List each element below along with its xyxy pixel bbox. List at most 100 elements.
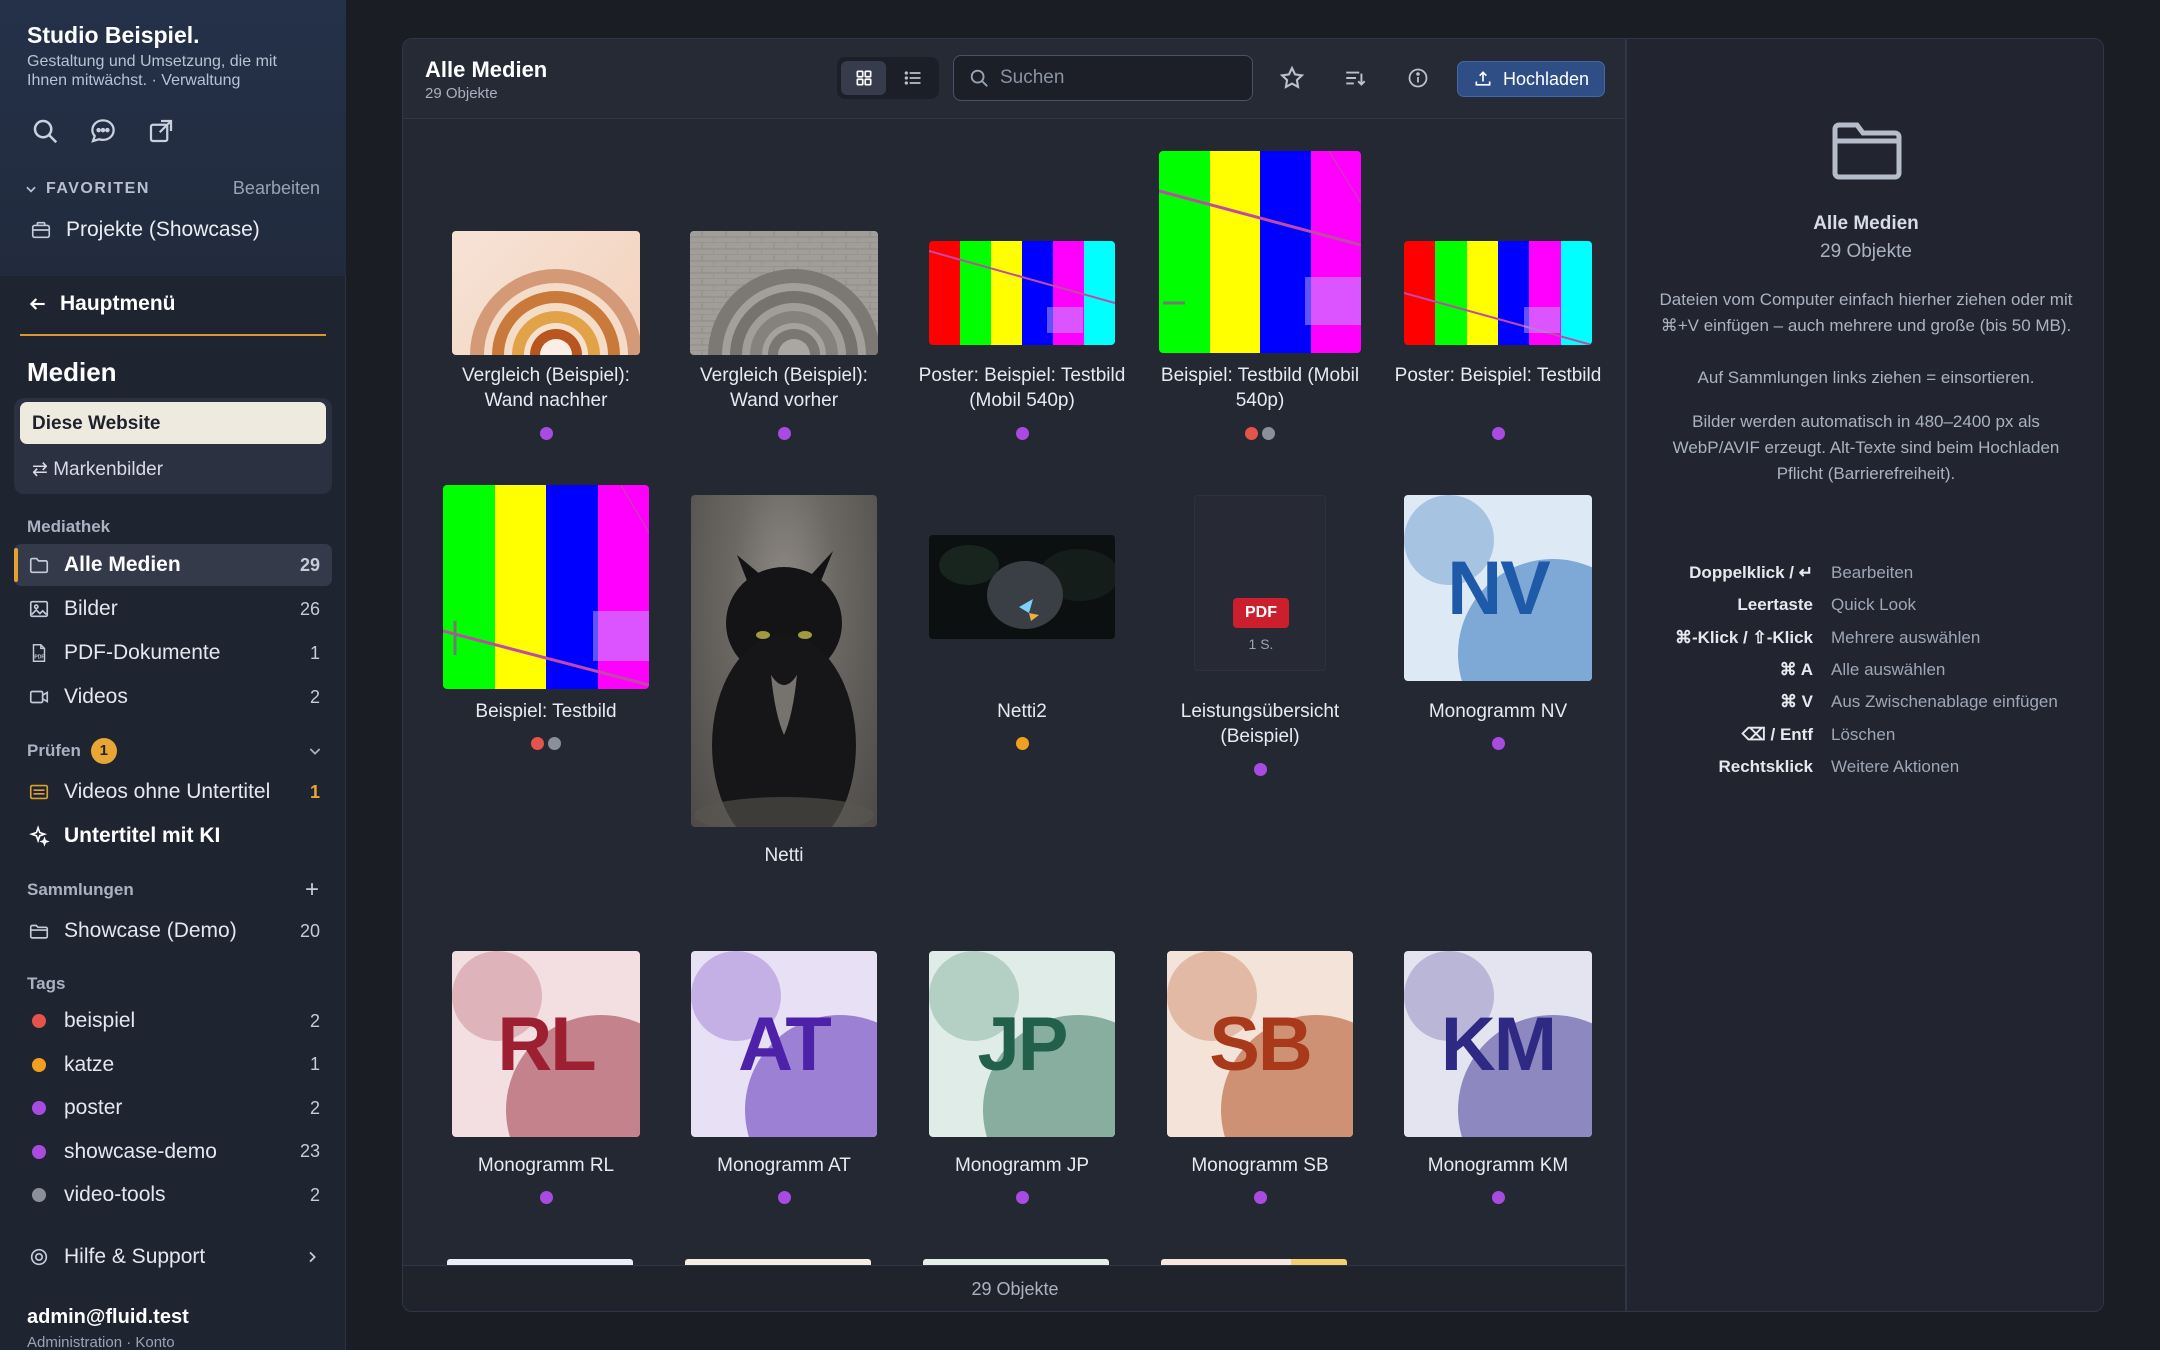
favorites-edit-button[interactable]: Bearbeiten: [233, 178, 320, 199]
rainbow-image: [470, 269, 640, 355]
tag-dot: [548, 737, 561, 750]
shortcut-action: Weitere Aktionen: [1831, 756, 1960, 776]
tag-item-katze[interactable]: katze 1: [14, 1044, 332, 1086]
thumbnail-testcard-poster-mobile: [929, 241, 1115, 345]
tag-dot: [1262, 427, 1275, 440]
tag-color-dot: [32, 1101, 46, 1115]
tag-dot: [531, 737, 544, 750]
black-cat-image: [694, 551, 874, 827]
tag-dot: [1015, 737, 1029, 750]
info-icon: [1408, 68, 1428, 88]
nav-label: Videos: [64, 685, 128, 708]
nav-item-videos[interactable]: Videos 2: [14, 676, 332, 718]
thumbnail-testcard-mobile: [1159, 151, 1361, 353]
sidebar-quick-actions: [30, 116, 176, 146]
detail-title: Alle Medien: [1813, 213, 1919, 234]
tag-item-beispiel[interactable]: beispiel 2: [14, 1000, 332, 1042]
nav-item-videos-without-subtitles[interactable]: Videos ohne Untertitel 1: [14, 771, 332, 813]
chevron-down-icon: [309, 748, 321, 755]
section-title: Medien: [27, 357, 117, 387]
nav-count: 1: [309, 781, 320, 802]
cat-in-dark-image: [929, 535, 1115, 639]
shortcut-key: ⌘ V: [1779, 692, 1813, 712]
favorites-filter-button[interactable]: [1275, 61, 1309, 95]
favorites-toggle[interactable]: FAVORITEN: [24, 180, 150, 198]
tag-item-poster[interactable]: poster 2: [14, 1087, 332, 1129]
tag-label: beispiel: [64, 1009, 136, 1032]
nav-item-all-media[interactable]: Alle Medien 29: [14, 544, 332, 586]
user-email[interactable]: admin@fluid.test: [27, 1306, 189, 1329]
shortcut-action: Bearbeiten: [1831, 563, 1914, 582]
page-title: Alle Medien: [425, 57, 548, 82]
search-icon[interactable]: [30, 116, 60, 146]
pdf-file-icon: PDF: [32, 644, 46, 662]
detail-panel: Alle Medien 29 Objekte Dateien vom Compu…: [1626, 38, 2104, 1312]
nav-label: Alle Medien: [64, 553, 181, 576]
thumbnail-rainbow-before: [690, 231, 878, 355]
pdf-pages: 1 S.: [1248, 636, 1274, 652]
nav-item-ai-subtitles[interactable]: Untertitel mit KI: [14, 815, 332, 857]
nav-count: 26: [299, 598, 320, 619]
tag-dot: [1491, 427, 1505, 440]
external-link-icon[interactable]: [146, 116, 176, 146]
grid-icon: [856, 70, 871, 86]
tag-dot: [1015, 1191, 1029, 1204]
thumbnail-pdf: PDF 1 S.: [1194, 495, 1326, 671]
user-subline[interactable]: Administration · Konto: [27, 1334, 175, 1350]
thumbnail-monogram: KM: [1404, 951, 1592, 1137]
thumbnail-rainbow-after: [452, 231, 640, 355]
mediathek-label: Mediathek: [27, 517, 111, 536]
add-collection-button[interactable]: +: [305, 876, 319, 904]
thumbnail-monogram: NV: [1404, 495, 1592, 681]
nav-label: Bilder: [64, 597, 118, 620]
nav-label: Videos ohne Untertitel: [64, 780, 271, 803]
search-input[interactable]: [1000, 67, 1240, 89]
list-view-button[interactable]: [890, 61, 935, 95]
tag-label: poster: [64, 1096, 123, 1119]
shortcut-action: Quick Look: [1831, 595, 1917, 615]
nav-item-images[interactable]: Bilder 26: [14, 588, 332, 630]
thumbnail-testcard: [443, 485, 649, 689]
tag-item-showcase-demo[interactable]: showcase-demo 23: [14, 1131, 332, 1173]
testcard-overlay: [929, 250, 1115, 333]
site-option-brand-images[interactable]: ⇄ Markenbilder: [32, 458, 163, 481]
shortcut-action: Löschen: [1831, 724, 1896, 744]
wall-image: [690, 231, 878, 355]
tag-count: 2: [309, 1184, 320, 1205]
shortcut-action: Alle auswählen: [1831, 659, 1946, 679]
nav-item-pdf-documents[interactable]: PDF PDF-Dokumente 1: [14, 632, 332, 674]
chat-icon[interactable]: [88, 116, 118, 146]
back-to-main-menu[interactable]: Hauptmenü: [28, 292, 176, 316]
tag-dot: [1253, 763, 1267, 776]
briefcase-icon: [31, 221, 51, 239]
shortcut-key: Rechtsklick: [1718, 756, 1814, 776]
collections-header: Sammlungen +: [27, 876, 319, 904]
media-caption: Monogramm AT: [717, 1155, 851, 1176]
detail-hint-drop: Dateien vom Computer einfach hierher zie…: [1659, 290, 2073, 335]
sort-button[interactable]: [1339, 61, 1373, 95]
tag-dot: [1015, 427, 1029, 440]
tag-count: 2: [309, 1097, 320, 1118]
site-option-active[interactable]: Diese Website: [20, 402, 326, 444]
help-support[interactable]: Hilfe & Support: [14, 1236, 332, 1278]
info-button[interactable]: [1401, 61, 1435, 95]
monogram-text: RL: [497, 1001, 596, 1087]
favorite-item-projects[interactable]: Projekte (Showcase): [30, 218, 260, 242]
upload-button[interactable]: Hochladen: [1457, 61, 1605, 97]
svg-text:PDF: PDF: [34, 655, 44, 661]
nav-count: 20: [299, 920, 320, 941]
grid-view-button[interactable]: [841, 61, 886, 95]
search-box: [953, 55, 1253, 101]
tag-item-video-tools[interactable]: video-tools 2: [14, 1174, 332, 1216]
tag-dots: [917, 427, 1127, 440]
brand-tagline: Gestaltung und Umsetzung, die mit Ihnen …: [27, 53, 277, 89]
nav-count: 29: [299, 554, 320, 575]
nav-item-collection-showcase[interactable]: Showcase (Demo) 20: [14, 910, 332, 952]
media-caption: Netti2: [997, 701, 1047, 722]
shortcut-action: Aus Zwischenablage einfügen: [1831, 692, 2058, 712]
image-icon: [29, 600, 49, 618]
brand-name[interactable]: Studio Beispiel.: [27, 22, 200, 49]
tag-dots: [441, 427, 651, 440]
media-caption: Monogramm SB: [1191, 1155, 1329, 1176]
pruefen-header[interactable]: Prüfen 1: [27, 738, 323, 764]
